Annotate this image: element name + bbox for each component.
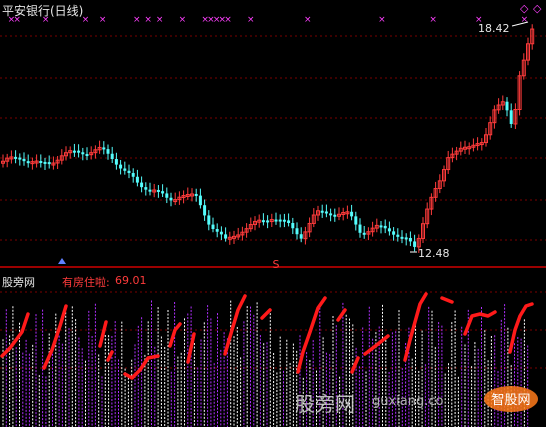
candle-body — [131, 173, 135, 177]
candle-body — [295, 228, 299, 235]
watermark-logo: 智股网 — [484, 386, 538, 412]
candle-body — [123, 168, 127, 171]
cross-marker: × — [378, 15, 386, 25]
candle-body — [320, 210, 324, 213]
trend-segment — [363, 334, 390, 356]
candle-body — [169, 197, 173, 201]
candle-body — [396, 234, 400, 237]
candle-body — [127, 170, 131, 174]
price-low-label: 12.48 — [418, 247, 450, 260]
candle-body — [135, 176, 139, 183]
indicator-source: 股旁网 — [2, 276, 35, 289]
cross-marker: × — [156, 15, 164, 25]
cross-marker: × — [247, 15, 255, 25]
indicator-label: 有房住啦: — [62, 276, 110, 289]
candle-body — [333, 214, 337, 217]
candle-body — [224, 234, 228, 239]
chart-title: 平安银行(日线) — [2, 4, 84, 18]
candle-body — [203, 205, 207, 216]
cross-marker: × — [429, 15, 437, 25]
candle-body — [379, 225, 383, 228]
candle-body — [211, 224, 215, 230]
candle-body — [291, 222, 295, 229]
trend-segment — [260, 308, 272, 320]
cross-marker: × — [304, 15, 312, 25]
candle-body — [274, 219, 278, 222]
indicator-value: 69.01 — [115, 274, 147, 287]
candle-body — [198, 195, 202, 206]
candle-body — [278, 219, 282, 222]
candle-body — [165, 193, 169, 198]
diamond-icon[interactable]: ◇ — [520, 2, 528, 15]
candle-body — [408, 237, 412, 242]
candle-body — [140, 182, 144, 188]
candle-body — [400, 236, 404, 239]
candle-body — [77, 150, 81, 153]
trend-segment — [296, 296, 327, 374]
cross-marker: × — [133, 15, 141, 25]
triangle-marker — [58, 258, 66, 264]
cross-marker: × — [99, 15, 107, 25]
trend-segment — [508, 302, 534, 354]
candle-body — [39, 161, 43, 164]
candle-body — [207, 215, 211, 225]
candle-body — [404, 237, 408, 240]
trend-segment — [463, 310, 497, 336]
candle-body — [85, 154, 89, 157]
candle-body — [383, 225, 387, 229]
candle-body — [282, 219, 286, 222]
candle-body — [215, 229, 219, 232]
candle-body — [509, 110, 513, 124]
candle-body — [114, 159, 118, 165]
candle-body — [110, 153, 114, 160]
candle-body — [148, 189, 152, 192]
svg-text:智股网: 智股网 — [491, 393, 530, 408]
candle-body — [219, 231, 223, 235]
candle-body — [47, 162, 51, 165]
indicator-chart[interactable] — [0, 270, 546, 427]
candle-body — [26, 161, 30, 164]
cross-marker: × — [224, 15, 232, 25]
candle-body — [144, 187, 148, 190]
candle-body — [266, 220, 270, 223]
candle-body — [161, 191, 165, 194]
trend-segment — [336, 308, 347, 322]
candle-body — [392, 231, 396, 235]
candle-body — [81, 152, 85, 155]
diamond-icon-2[interactable]: ◇ — [533, 2, 541, 15]
candle-body — [324, 211, 328, 214]
trend-segment — [223, 294, 247, 356]
cross-marker: × — [179, 15, 187, 25]
candle-body — [354, 216, 358, 225]
candle-body — [505, 101, 509, 111]
cross-marker: × — [521, 15, 529, 25]
candle-body — [194, 193, 198, 196]
trend-segment — [168, 322, 182, 348]
candle-body — [287, 220, 291, 223]
candle-body — [350, 211, 354, 217]
watermark-text: 股旁网 — [295, 392, 355, 416]
candle-body — [18, 157, 22, 160]
candle-body — [22, 158, 26, 162]
candle-body — [261, 220, 265, 223]
signal-marker: S — [273, 258, 280, 268]
price-chart[interactable]: ×× × × × × × × × ××××× × × × × × ×S — [0, 0, 546, 268]
candle-body — [358, 224, 362, 233]
cross-marker: × — [144, 15, 152, 25]
trend-segment — [440, 296, 454, 304]
candle-body — [362, 232, 366, 235]
candle-body — [43, 161, 47, 164]
candle-body — [156, 189, 160, 192]
candle-body — [299, 234, 303, 239]
price-high-label: 18.42 — [478, 22, 510, 35]
candle-body — [14, 156, 18, 159]
candle-body — [413, 241, 417, 247]
candle-body — [387, 228, 391, 232]
candle-body — [102, 147, 106, 150]
watermark-url: guxiang.co — [372, 394, 444, 409]
candle-body — [106, 149, 110, 154]
candle-body — [72, 150, 76, 153]
candle-body — [119, 164, 123, 169]
candle-body — [329, 213, 333, 216]
